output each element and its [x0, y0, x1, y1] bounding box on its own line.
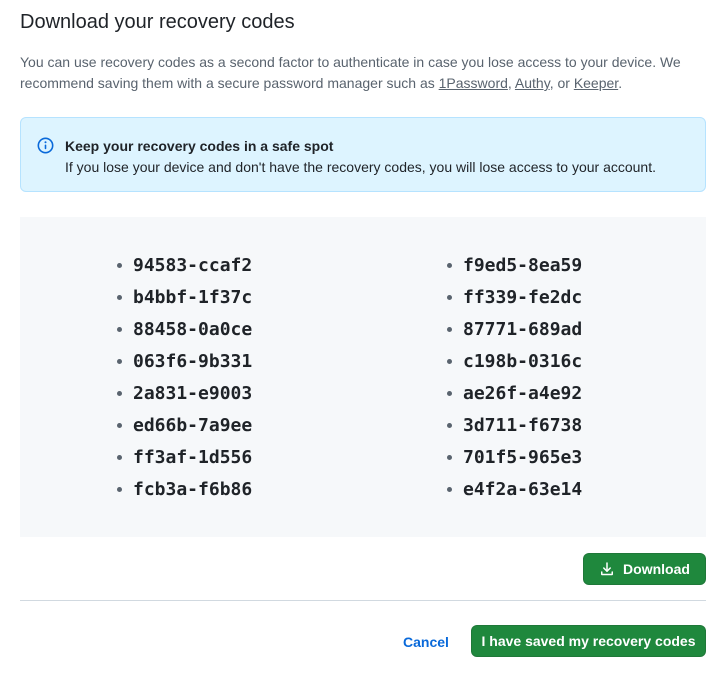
- recovery-code: 063f6-9b331: [133, 350, 253, 372]
- bullet-icon: [117, 262, 122, 268]
- flash-title: Keep your recovery codes in a safe spot: [65, 138, 334, 154]
- bullet-icon: [447, 294, 452, 300]
- bullet-icon: [447, 390, 452, 396]
- recovery-code: ed66b-7a9ee: [133, 414, 253, 436]
- bullet-icon: [117, 422, 122, 428]
- bullet-icon: [447, 262, 452, 268]
- bullet-icon: [117, 294, 122, 300]
- description-text-end: .: [618, 75, 623, 91]
- recovery-code: 701f5-965e3: [463, 446, 583, 468]
- download-button[interactable]: Download: [583, 553, 706, 585]
- recovery-code-item: 063f6-9b331: [115, 345, 252, 377]
- recovery-code: ff339-fe2dc: [463, 286, 583, 308]
- recovery-code: 94583-ccaf2: [133, 254, 253, 276]
- recovery-codes-dialog: Download your recovery codes You can use…: [0, 0, 725, 676]
- bullet-icon: [447, 486, 452, 492]
- codes-column-left: 94583-ccaf2 b4bbf-1f37c 88458-0a0ce 063f6-9…: [115, 249, 252, 505]
- recovery-code: ae26f-a4e92: [463, 382, 583, 404]
- codes-column-right: f9ed5-8ea59 ff339-fe2dc 87771-689ad c198b-0…: [445, 249, 582, 505]
- recovery-code-item: 87771-689ad: [445, 313, 582, 345]
- info-icon: [37, 137, 54, 154]
- flash-body: If you lose your device and don't have t…: [65, 159, 656, 175]
- recovery-code: f9ed5-8ea59: [463, 254, 583, 276]
- recovery-code: 3d711-f6738: [463, 414, 583, 436]
- recovery-code-item: fcb3a-f6b86: [115, 473, 252, 505]
- info-flash: Keep your recovery codes in a safe spot …: [20, 117, 706, 192]
- cancel-button[interactable]: Cancel: [396, 626, 456, 658]
- recovery-code: 87771-689ad: [463, 318, 583, 340]
- recovery-code: 2a831-e9003: [133, 382, 253, 404]
- bullet-icon: [117, 454, 122, 460]
- recovery-code-item: c198b-0316c: [445, 345, 582, 377]
- recovery-code-item: 94583-ccaf2: [115, 249, 252, 281]
- description-separator: , or: [549, 75, 574, 91]
- dialog-title: Download your recovery codes: [20, 11, 295, 33]
- bullet-icon: [447, 454, 452, 460]
- link-authy[interactable]: Authy: [515, 75, 550, 91]
- bullet-icon: [447, 358, 452, 364]
- bullet-icon: [117, 358, 122, 364]
- recovery-code: fcb3a-f6b86: [133, 478, 253, 500]
- recovery-code-item: ed66b-7a9ee: [115, 409, 252, 441]
- recovery-code: c198b-0316c: [463, 350, 583, 372]
- recovery-code-item: ff339-fe2dc: [445, 281, 582, 313]
- confirm-saved-button[interactable]: I have saved my recovery codes: [471, 625, 706, 657]
- link-1password[interactable]: 1Password: [439, 75, 508, 91]
- recovery-code-item: ff3af-1d556: [115, 441, 252, 473]
- recovery-code: 88458-0a0ce: [133, 318, 253, 340]
- recovery-code-item: ae26f-a4e92: [445, 377, 582, 409]
- bullet-icon: [447, 422, 452, 428]
- download-label: Download: [623, 561, 690, 577]
- download-icon: [599, 561, 615, 577]
- recovery-code-item: 3d711-f6738: [445, 409, 582, 441]
- recovery-code-item: b4bbf-1f37c: [115, 281, 252, 313]
- recovery-codes-panel: 94583-ccaf2 b4bbf-1f37c 88458-0a0ce 063f6-9…: [20, 217, 706, 537]
- bullet-icon: [117, 390, 122, 396]
- recovery-code: ff3af-1d556: [133, 446, 253, 468]
- recovery-code-item: 2a831-e9003: [115, 377, 252, 409]
- recovery-code-item: 701f5-965e3: [445, 441, 582, 473]
- recovery-code-item: 88458-0a0ce: [115, 313, 252, 345]
- dialog-description: You can use recovery codes as a second f…: [20, 52, 700, 94]
- link-keeper[interactable]: Keeper: [574, 75, 618, 91]
- bullet-icon: [117, 326, 122, 332]
- recovery-code-item: f9ed5-8ea59: [445, 249, 582, 281]
- footer-divider: [20, 600, 706, 601]
- recovery-code: b4bbf-1f37c: [133, 286, 253, 308]
- description-separator: ,: [507, 75, 515, 91]
- bullet-icon: [117, 486, 122, 492]
- recovery-code-item: e4f2a-63e14: [445, 473, 582, 505]
- bullet-icon: [447, 326, 452, 332]
- recovery-code: e4f2a-63e14: [463, 478, 583, 500]
